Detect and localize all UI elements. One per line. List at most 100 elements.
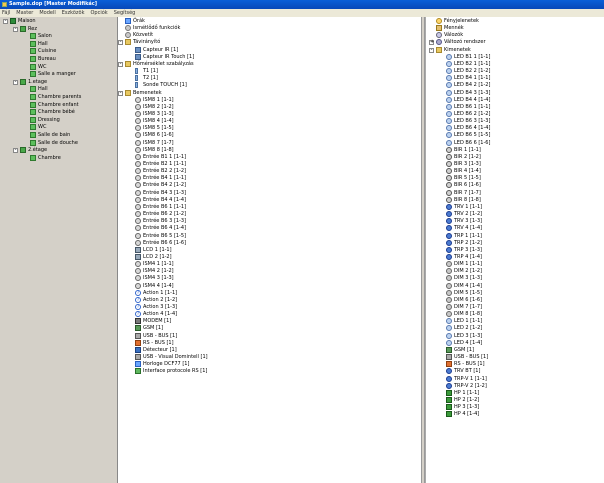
tree-node[interactable]: LED B6 3 [1-3] <box>426 118 604 125</box>
tree-node[interactable]: Fényjelenetek <box>426 18 604 25</box>
tree-node[interactable]: ISM8 6 [1-6] <box>118 132 421 139</box>
tree-node[interactable]: LED B6 6 [1-6] <box>426 139 604 147</box>
tree-node[interactable]: LED 1 [1-1] <box>426 318 604 325</box>
tree-node[interactable]: Chambre parents <box>0 94 117 101</box>
tree-node[interactable]: ISM4 2 [1-2] <box>118 268 421 275</box>
tree-node[interactable]: BIR 7 [1-7] <box>426 189 604 197</box>
tree-node[interactable]: Entrée B1 1 [1-1] <box>118 153 421 161</box>
tree-node[interactable]: Hall <box>0 86 117 93</box>
tree-node[interactable]: Salon <box>0 33 117 40</box>
tree-node[interactable]: - Hőmérséklet szabályzás <box>118 60 421 68</box>
tree-node[interactable]: - Maison <box>0 18 117 25</box>
tree-node[interactable]: HP 1 [1-1] <box>426 389 604 397</box>
tree-node[interactable]: DIM 6 [1-6] <box>426 296 604 304</box>
tree-node[interactable]: GSM [1] <box>426 346 604 354</box>
tree-node[interactable]: Órák <box>118 18 421 25</box>
tree-node[interactable]: WC <box>0 63 117 71</box>
tree-node[interactable]: ISM8 8 [1-8] <box>118 146 421 154</box>
menu-master[interactable]: Master <box>13 9 36 17</box>
tree-node[interactable]: ISM8 7 [1-7] <box>118 139 421 147</box>
tree-node[interactable]: T2 [1] <box>118 75 421 82</box>
tree-node[interactable]: USB - BUS [1] <box>118 332 421 340</box>
tree-node[interactable]: ISM8 3 [1-3] <box>118 110 421 118</box>
tree-node[interactable]: LED B6 2 [1-2] <box>426 110 604 118</box>
tree-node[interactable]: Salle de bain <box>0 132 117 139</box>
tree-node[interactable]: Capteur IR Touch [1] <box>118 53 421 61</box>
tree-node[interactable]: LED B4 4 [1-4] <box>426 96 604 104</box>
tree-node[interactable]: TRV 1 [1-1] <box>426 203 604 211</box>
tree-node[interactable]: DIM 4 [1-4] <box>426 282 604 290</box>
tree-node[interactable]: DIM 7 [1-7] <box>426 304 604 311</box>
collapse-icon[interactable]: - <box>3 19 8 24</box>
tree-node[interactable]: LED B2 1 [1-1] <box>426 60 604 68</box>
tree-node[interactable]: MODEM [1] <box>118 318 421 325</box>
tree-node[interactable]: - Kimenetek <box>426 46 604 54</box>
inputs-tree-pane[interactable]: Órák Ismétlődő funkciók Közvetít - Távirányí… <box>118 17 421 483</box>
tree-node[interactable]: BIR 5 [1-5] <box>426 175 604 182</box>
tree-node[interactable]: TRV BT [1] <box>426 368 604 375</box>
tree-node[interactable]: BIR 4 [1-4] <box>426 168 604 175</box>
tree-node[interactable]: TRP 2 [1-2] <box>426 239 604 247</box>
menu-options[interactable]: Opciók <box>88 9 111 17</box>
tree-node[interactable]: Chambre enfant <box>0 101 117 109</box>
menu-help[interactable]: Segítség <box>111 9 139 17</box>
tree-node[interactable]: Entrée B4 2 [1-2] <box>118 182 421 189</box>
tree-node[interactable]: TRP 4 [1-4] <box>426 253 604 261</box>
tree-node[interactable]: - Távirányító <box>118 39 421 46</box>
tree-node[interactable]: USB - BUS [1] <box>426 354 604 361</box>
tree-node[interactable]: ? Action 3 [1-3] <box>118 304 421 311</box>
tree-node[interactable]: BIR 1 [1-1] <box>426 146 604 154</box>
tree-node[interactable]: BIR 6 [1-6] <box>426 182 604 189</box>
tree-node[interactable]: DIM 8 [1-8] <box>426 311 604 318</box>
collapse-icon[interactable]: - <box>118 90 123 96</box>
tree-node[interactable]: DIM 2 [1-2] <box>426 268 604 275</box>
tree-node[interactable]: HP 2 [1-2] <box>426 396 604 404</box>
collapse-icon[interactable]: - <box>118 40 123 46</box>
tree-node[interactable]: Chambre <box>0 154 117 162</box>
tree-node[interactable]: ? Action 2 [1-2] <box>118 296 421 304</box>
tree-node[interactable]: ISM8 5 [1-5] <box>118 125 421 132</box>
tree-node[interactable]: LED B4 3 [1-3] <box>426 89 604 97</box>
tree-node[interactable]: BIR 3 [1-3] <box>426 161 604 168</box>
tree-node[interactable]: Dressing <box>0 116 117 124</box>
tree-node[interactable]: - 2.étage <box>0 147 117 154</box>
tree-node[interactable]: WC <box>0 124 117 131</box>
tree-node[interactable]: Horloge DCF77 [1] <box>118 361 421 368</box>
tree-node[interactable]: TRV 3 [1-3] <box>426 218 604 225</box>
tree-node[interactable]: TRP 1 [1-1] <box>426 232 604 240</box>
tree-node[interactable]: LED B4 1 [1-1] <box>426 75 604 82</box>
menu-tools[interactable]: Eszközök <box>59 9 88 17</box>
tree-node[interactable]: LED 3 [1-3] <box>426 332 604 340</box>
tree-node[interactable]: - Rez <box>0 25 117 33</box>
tree-node[interactable]: Capteur IR [1] <box>118 46 421 54</box>
tree-node[interactable]: LED B2 2 [1-2] <box>426 68 604 75</box>
tree-node[interactable]: DIM 5 [1-5] <box>426 289 604 297</box>
tree-node[interactable]: LED B6 4 [1-4] <box>426 125 604 132</box>
tree-node[interactable]: ISM8 1 [1-1] <box>118 96 421 104</box>
expand-icon[interactable]: + <box>429 40 434 46</box>
tree-node[interactable]: - Bemenetek <box>118 89 421 97</box>
tree-node[interactable]: ISM4 1 [1-1] <box>118 261 421 268</box>
tree-node[interactable]: TRP 3 [1-3] <box>426 246 604 254</box>
tree-node[interactable]: LED B1 1 [1-1] <box>426 53 604 61</box>
tree-node[interactable]: DIM 1 [1-1] <box>426 261 604 268</box>
tree-node[interactable]: ? Action 1 [1-1] <box>118 289 421 297</box>
tree-node[interactable]: Salle a manger <box>0 71 117 78</box>
tree-node[interactable]: Détecteur [1] <box>118 346 421 354</box>
tree-node[interactable]: Interface protocole RS [1] <box>118 368 421 375</box>
collapse-icon[interactable]: - <box>429 47 434 53</box>
tree-node[interactable]: LED B6 1 [1-1] <box>426 103 604 111</box>
tree-node[interactable]: Entrée B4 3 [1-3] <box>118 189 421 197</box>
tree-node[interactable]: Salle de douche <box>0 139 117 147</box>
tree-node[interactable]: ISM4 4 [1-4] <box>118 282 421 290</box>
tree-node[interactable]: LCD 1 [1-1] <box>118 246 421 254</box>
tree-node[interactable]: HP 4 [1-4] <box>426 411 604 418</box>
tree-node[interactable]: ISM4 3 [1-3] <box>118 275 421 282</box>
tree-node[interactable]: RS - BUS [1] <box>118 339 421 347</box>
tree-node[interactable]: Entrée B6 5 [1-5] <box>118 232 421 240</box>
tree-node[interactable]: LED 2 [1-2] <box>426 325 604 332</box>
tree-node[interactable]: TRV 2 [1-2] <box>426 211 604 218</box>
tree-node[interactable]: LED 4 [1-4] <box>426 339 604 347</box>
menu-model[interactable]: Modell <box>36 9 58 17</box>
tree-node[interactable]: LCD 2 [1-2] <box>118 253 421 261</box>
